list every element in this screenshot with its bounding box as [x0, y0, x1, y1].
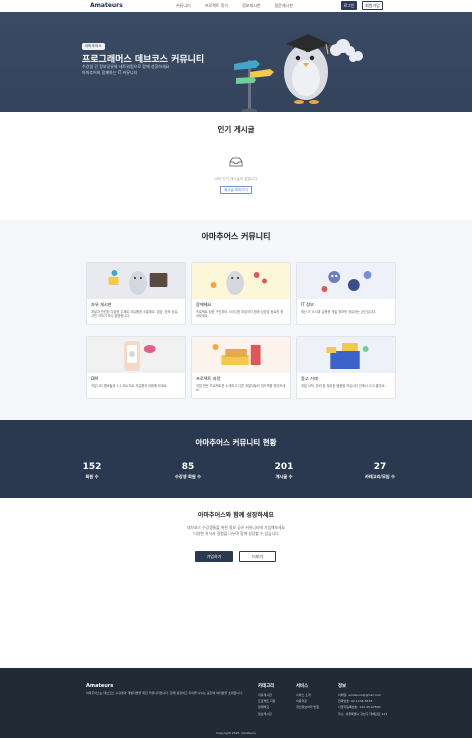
community-section: 아마추어스 커뮤니티 자유 게시판 개발과 관련된 다양한 주제로 자유롭게 소… — [0, 220, 472, 420]
card-description: 최신 IT 소식과 유용한 개발 정보를 공유하는 공간입니다. — [301, 310, 377, 314]
popular-posts-title: 인기 게시글 — [217, 125, 255, 134]
stat-categories: 27 카테고리/모임 수 — [350, 462, 410, 480]
footer-col-info: 정보 이메일: amateurs@gmail.com 전화번호: 02-1234… — [338, 683, 387, 717]
empty-inbox-icon — [229, 157, 243, 167]
copyright: Copyright 2025. Amateurs — [216, 731, 256, 735]
card-title: 함께해요 — [196, 302, 212, 307]
top-nav: Amateurs 커뮤니티 프로젝트 찾기 정보게시판 질문게시판 로그인 회원… — [0, 0, 472, 12]
stat-label: 수강생 회원 수 — [174, 474, 202, 479]
card-together[interactable]: 함께해요 프로젝트 팀원 구인부터 스터디원 모집까지 함께 성장할 동료를 찾… — [191, 262, 291, 325]
nav-link-projects[interactable]: 프로젝트 찾기 — [205, 3, 228, 9]
free-board-illustration — [87, 263, 185, 299]
footer-brand: Amateurs — [86, 683, 114, 689]
dm-illustration — [87, 337, 185, 373]
stat-student-members: 85 수강생 회원 수 — [158, 462, 218, 480]
card-project-showcase[interactable]: 프로젝트 자랑 직접 만든 프로젝트를 소개하고 다른 개발자들의 피드백을 받… — [191, 336, 291, 399]
footer-col-heading: 카테고리 — [258, 684, 275, 689]
card-free-board[interactable]: 자유 게시판 개발과 관련된 다양한 주제로 자유롭게 소통해요. 잡담, 정보… — [86, 262, 186, 325]
footer-link[interactable]: 개인정보처리 방침 — [296, 704, 319, 710]
stat-value: 27 — [373, 462, 387, 472]
nav-link-info[interactable]: 정보게시판 — [242, 3, 260, 9]
stat-label: 회원 수 — [85, 474, 99, 479]
footer: Amateurs 아마추어스는 데브코스 수강생과 개발자들을 위한 커뮤니티입… — [0, 668, 472, 738]
stat-value: 201 — [274, 462, 294, 472]
card-title: 중고 거래 — [301, 376, 318, 381]
footer-link[interactable]: 정보게시판 — [258, 711, 276, 717]
nav-links: 커뮤니티 프로젝트 찾기 정보게시판 질문게시판 — [176, 3, 293, 9]
signup-button[interactable]: 회원가입 — [362, 1, 383, 10]
card-description: 프로젝트 팀원 구인부터 스터디원 모집까지 함께 성장할 동료를 찾아보세요. — [196, 310, 284, 319]
card-title: DM — [91, 376, 98, 381]
join-button[interactable]: 가입하기 — [195, 551, 233, 562]
footer-col-category: 카테고리 자유게시판 프로젝트 자랑 함께해요 정보게시판 — [258, 683, 276, 717]
logo[interactable]: Amateurs — [90, 2, 123, 9]
footer-info-text: 주소: 서울특별시 강남구 테헤란로 123 — [338, 711, 388, 716]
nav-link-community[interactable]: 커뮤니티 — [176, 3, 191, 9]
used-market-illustration — [297, 337, 395, 373]
it-info-illustration — [297, 263, 395, 299]
empty-state-text: 아직 인기 게시글이 없습니다 — [214, 177, 258, 181]
together-illustration — [192, 263, 290, 299]
card-it-info[interactable]: IT 정보 최신 IT 소식과 유용한 개발 정보를 공유하는 공간입니다. — [296, 262, 396, 325]
card-used-market[interactable]: 중고 거래 개발 서적, 장비 등 필요한 물품을 커뮤니티 안에서 사고 팔아… — [296, 336, 396, 399]
card-description: 개발과 관련된 다양한 주제로 자유롭게 소통해요. 잡담, 정보 공유, 고민… — [91, 310, 179, 319]
card-dm[interactable]: DM 커뮤니티 멤버들과 1:1 메시지로 자유롭게 대화해 보세요. — [86, 336, 186, 399]
card-description: 개발 서적, 장비 등 필요한 물품을 커뮤니티 안에서 사고 팔아요. — [301, 384, 386, 388]
footer-col-heading: 서비스 — [296, 684, 309, 689]
stat-label: 카테고리/모임 수 — [365, 474, 395, 479]
cta-title: 아마추어스와 함께 성장하세요 — [198, 512, 274, 519]
footer-col-service: 서비스 서비스 소개 이용약관 개인정보처리 방침 — [296, 683, 319, 711]
stat-value: 85 — [181, 462, 195, 472]
stat-members: 152 회원 수 — [62, 462, 122, 480]
more-button[interactable]: 더보기 — [239, 551, 276, 562]
stats-section: 아마추어스 커뮤니티 현황 152 회원 수 85 수강생 회원 수 201 게… — [0, 420, 472, 498]
footer-info-text: 사업자등록번호: 123-45-67890 — [338, 705, 381, 710]
stats-title: 아마추어스 커뮤니티 현황 — [195, 438, 277, 447]
hero-subtitle-2: 아마추어와 함께하는 IT 커뮤니티 — [82, 70, 138, 75]
nav-link-qna[interactable]: 질문게시판 — [275, 3, 293, 9]
login-button[interactable]: 로그인 — [341, 1, 357, 10]
card-description: 커뮤니티 멤버들과 1:1 메시지로 자유롭게 대화해 보세요. — [91, 384, 168, 388]
card-title: IT 정보 — [301, 302, 314, 307]
card-title: 자유 게시판 — [91, 302, 112, 307]
stat-value: 152 — [82, 462, 102, 472]
stat-label: 게시글 수 — [275, 474, 293, 479]
footer-col-heading: 정보 — [338, 684, 347, 689]
card-description: 직접 만든 프로젝트를 소개하고 다른 개발자들의 피드백을 받아보세요. — [196, 384, 286, 393]
stat-posts: 201 게시글 수 — [254, 462, 314, 480]
footer-description: 아마추어스는 데브코스 수강생과 개발자들을 위한 커뮤니티입니다. 함께 성장… — [86, 691, 243, 695]
hero-banner: 아마추어스 프로그래머스 데브코스 커뮤니티 수강생 간 정보공유와 네트워킹으… — [0, 12, 472, 112]
cta-subtitle-2: 다양한 지식과 경험을 나누며 함께 성장할 수 있습니다 — [193, 531, 279, 536]
hero-badge: 아마추어스 — [82, 43, 105, 50]
card-title: 프로젝트 자랑 — [196, 376, 221, 381]
view-posts-button[interactable]: 게시글 보러가기 — [220, 186, 252, 194]
community-title: 아마추어스 커뮤니티 — [201, 232, 271, 241]
project-showcase-illustration — [192, 337, 290, 373]
hero-mascot-illustration — [234, 34, 363, 112]
